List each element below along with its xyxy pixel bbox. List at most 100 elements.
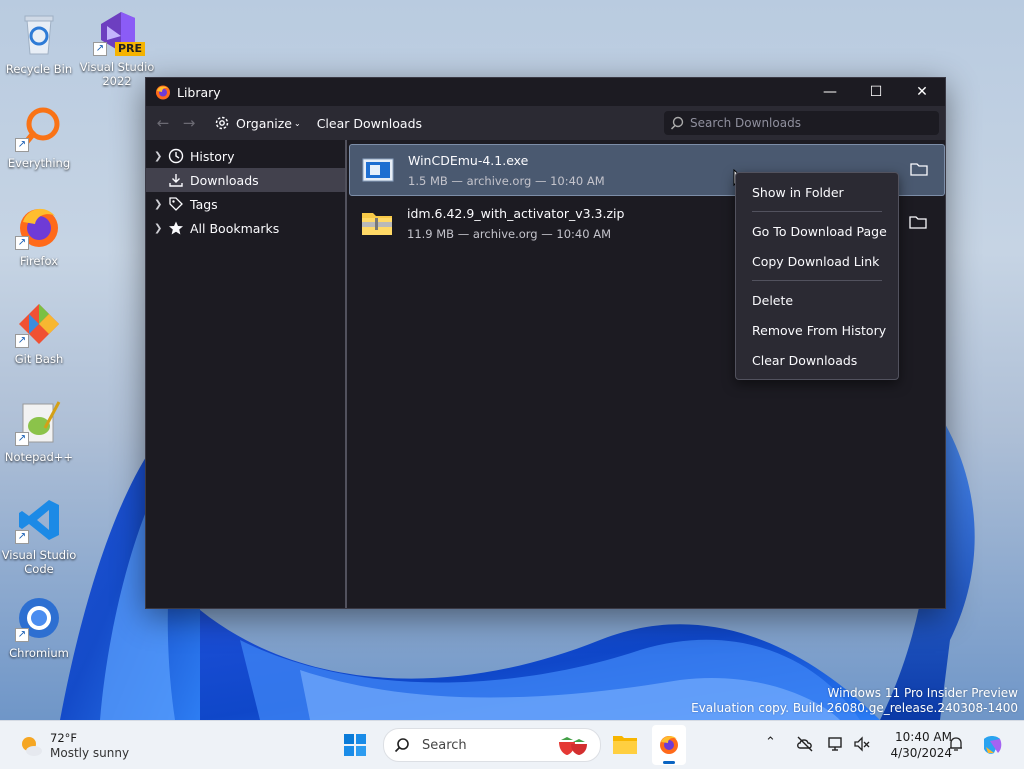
chevron-right-icon[interactable]: ❯: [154, 199, 164, 210]
zip-folder-icon: [362, 213, 392, 235]
sidebar-item-downloads[interactable]: Downloads: [146, 168, 345, 192]
visual-studio-icon: PRE ↗: [93, 8, 145, 56]
desktop-icon-firefox[interactable]: ↗ Firefox: [1, 202, 77, 268]
sidebar-item-tags[interactable]: ❯ Tags: [146, 192, 345, 216]
file-explorer-icon[interactable]: [612, 733, 638, 755]
taskbar-search-box[interactable]: Search: [383, 728, 601, 762]
sidebar-item-label: Downloads: [190, 172, 259, 188]
desktop-icon-everything[interactable]: ↗ Everything: [1, 104, 77, 170]
desktop-icon-visual-studio[interactable]: PRE ↗ Visual Studio 2022 Preview: [79, 8, 155, 88]
chevron-down-icon: ⌄: [294, 118, 301, 128]
search-downloads-field[interactable]: Search Downloads: [664, 111, 939, 135]
menu-item-copy-download-link[interactable]: Copy Download Link: [752, 254, 879, 269]
chromium-icon: ↗: [15, 594, 63, 642]
taskbar-search-input[interactable]: Search: [422, 738, 467, 753]
desktop-icon-label: Chromium: [9, 646, 69, 660]
download-icon: [169, 174, 183, 187]
desktop-icon-label: Visual Studio 2022 Preview: [79, 60, 155, 88]
forward-button[interactable]: →: [176, 114, 202, 132]
search-icon: [394, 738, 409, 753]
desktop-icon-recycle-bin[interactable]: Recycle Bin: [1, 10, 77, 76]
menu-separator: [752, 280, 882, 281]
sidebar-item-all-bookmarks[interactable]: ❯ All Bookmarks: [146, 216, 345, 240]
organize-button[interactable]: Organize ⌄: [214, 115, 301, 131]
download-filename: idm.6.42.9_with_activator_v3.3.zip: [407, 205, 625, 221]
firefox-icon: ↗: [15, 202, 63, 250]
taskbar: 72°F Mostly sunny Search ⌃ 10:40 AM 4/30…: [0, 720, 1024, 769]
vscode-icon: ↗: [15, 496, 63, 544]
chevron-right-icon[interactable]: ❯: [154, 223, 164, 234]
desktop-icon-chromium[interactable]: ↗ Chromium: [1, 594, 77, 660]
desktop-icon-label: Firefox: [19, 254, 59, 268]
close-button[interactable]: ✕: [899, 78, 945, 106]
speaker-muted-icon[interactable]: [853, 735, 871, 753]
firefox-icon: [660, 736, 678, 754]
minimize-icon: —: [823, 84, 837, 100]
minimize-button[interactable]: —: [807, 78, 853, 106]
search-icon: [670, 116, 684, 130]
maximize-icon: ☐: [869, 84, 883, 100]
windows-start-icon[interactable]: [344, 734, 366, 756]
menu-item-show-in-folder[interactable]: Show in Folder: [752, 185, 844, 200]
gear-icon: [215, 116, 229, 130]
download-context-menu: Show in Folder Go To Download Page Copy …: [735, 172, 899, 380]
shortcut-arrow-icon: ↗: [15, 530, 29, 544]
notification-bell-icon[interactable]: [947, 735, 965, 753]
desktop-icon-git-bash[interactable]: ↗ Git Bash: [1, 300, 77, 366]
back-button[interactable]: ←: [150, 114, 176, 132]
menu-separator: [752, 211, 882, 212]
menu-item-go-to-download-page[interactable]: Go To Download Page: [752, 224, 887, 239]
weather-temperature: 72°F: [50, 731, 77, 745]
notepad-plus-plus-icon: ↗: [15, 398, 63, 446]
shortcut-arrow-icon: ↗: [93, 42, 107, 56]
search-downloads-input[interactable]: Search Downloads: [690, 116, 801, 130]
folder-icon[interactable]: [909, 214, 927, 230]
taskbar-clock[interactable]: 10:40 AM 4/30/2024: [876, 729, 952, 761]
toolbar: ← → Organize ⌄ Clear Downloads Search Do…: [146, 106, 945, 140]
desktop-icon-vscode[interactable]: ↗ Visual Studio Code: [1, 496, 77, 576]
taskbar-firefox-button[interactable]: [652, 725, 686, 765]
desktop-icon-label: Git Bash: [14, 352, 64, 366]
exe-installer-icon: [362, 158, 394, 182]
title-bar[interactable]: Library — ☐ ✕: [146, 78, 945, 106]
cloud-offline-icon[interactable]: [796, 735, 814, 753]
star-icon: [169, 221, 183, 235]
watermark-line2: Evaluation copy. Build 26080.ge_release.…: [691, 701, 1018, 715]
sidebar-item-label: Tags: [190, 196, 218, 212]
download-details: 11.9 MB — archive.org — 10:40 AM: [407, 226, 612, 241]
watermark-line1: Windows 11 Pro Insider Preview: [827, 686, 1018, 700]
chevron-right-icon[interactable]: ❯: [154, 151, 164, 162]
everything-search-icon: ↗: [15, 104, 63, 152]
tag-icon: [169, 197, 183, 211]
monitor-network-icon[interactable]: [827, 735, 845, 753]
copilot-icon[interactable]: [980, 733, 1004, 757]
shortcut-arrow-icon: ↗: [15, 334, 29, 348]
desktop-icon-label: Notepad++: [4, 450, 74, 464]
recycle-bin-icon: [15, 10, 63, 58]
desktop-icon-label: Visual Studio Code: [1, 548, 77, 576]
menu-item-clear-downloads[interactable]: Clear Downloads: [752, 353, 857, 368]
arrow-left-icon: ←: [156, 114, 170, 132]
clear-downloads-label: Clear Downloads: [316, 115, 423, 131]
clear-downloads-button[interactable]: Clear Downloads: [317, 116, 422, 131]
sidebar-item-label: History: [190, 148, 235, 164]
desktop-icon-label: Recycle Bin: [5, 62, 73, 76]
window-title: Library: [177, 84, 221, 100]
menu-item-delete[interactable]: Delete: [752, 293, 793, 308]
shortcut-arrow-icon: ↗: [15, 628, 29, 642]
folder-icon[interactable]: [910, 161, 928, 177]
download-filename: WinCDEmu-4.1.exe: [408, 152, 529, 168]
sidebar-item-history[interactable]: ❯ History: [146, 144, 345, 168]
preview-badge: PRE: [114, 42, 145, 56]
firefox-icon: [156, 85, 170, 100]
maximize-button[interactable]: ☐: [853, 78, 899, 106]
desktop-icon-notepad-plus-plus[interactable]: ↗ Notepad++: [1, 398, 77, 464]
weather-widget[interactable]: 72°F Mostly sunny: [18, 731, 129, 761]
sidebar-item-label: All Bookmarks: [190, 220, 280, 236]
download-details: 1.5 MB — archive.org — 10:40 AM: [408, 173, 605, 188]
menu-item-remove-from-history[interactable]: Remove From History: [752, 323, 886, 338]
chevron-up-icon[interactable]: ⌃: [765, 735, 783, 753]
library-sidebar: ❯ History Downloads ❯ Tags ❯ All Bookmar…: [146, 140, 347, 608]
running-indicator: [663, 761, 675, 764]
close-icon: ✕: [916, 84, 928, 100]
